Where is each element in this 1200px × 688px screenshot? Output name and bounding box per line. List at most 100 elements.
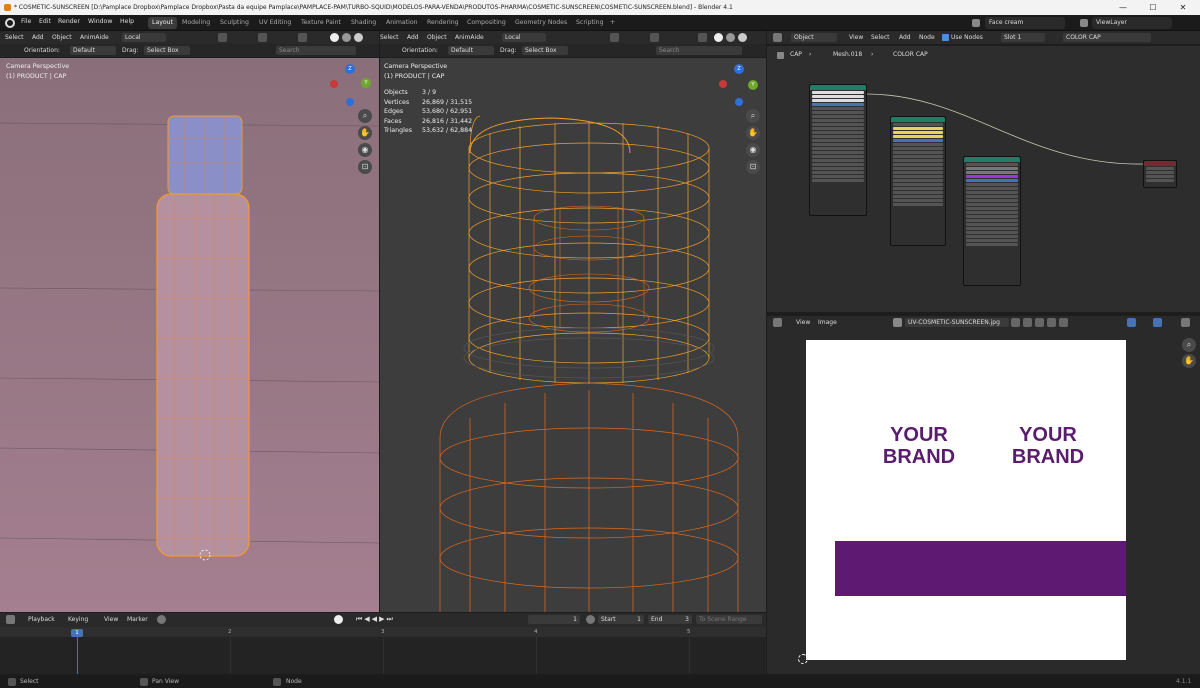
- menu-file[interactable]: File: [21, 18, 31, 25]
- left-navigation-gizmo[interactable]: Z Y: [327, 64, 375, 112]
- tab-sculpting[interactable]: Sculpting: [216, 17, 253, 29]
- scene-icon[interactable]: [972, 19, 980, 27]
- mid-orientation-dropdown[interactable]: Default: [448, 46, 494, 55]
- left-select-menu[interactable]: Select: [5, 31, 24, 44]
- mid-xray-icon[interactable]: [698, 33, 707, 42]
- mid-object-menu[interactable]: Object: [427, 31, 447, 44]
- node-add-menu[interactable]: Add: [899, 31, 911, 44]
- fake-user-icon[interactable]: [1011, 318, 1020, 327]
- left-3d-viewport[interactable]: Camera Perspective (1) PRODUCT | CAP Z Y…: [0, 58, 379, 612]
- menu-render[interactable]: Render: [58, 18, 80, 25]
- minimize-button[interactable]: —: [1108, 0, 1138, 15]
- mid-3d-viewport[interactable]: Camera Perspective (1) PRODUCT | CAP Z Y…: [380, 58, 766, 612]
- left-transform-orientation[interactable]: Local: [122, 33, 166, 42]
- tab-texture-paint[interactable]: Texture Paint: [297, 17, 345, 29]
- blender-menu-icon[interactable]: [5, 18, 15, 28]
- material-output-node[interactable]: [1143, 160, 1177, 188]
- left-object-menu[interactable]: Object: [52, 31, 72, 44]
- playback-controls-icon[interactable]: ⏮◀◀▶⏭: [356, 613, 395, 626]
- tab-scripting[interactable]: Scripting: [572, 17, 608, 29]
- left-gizmo-y[interactable]: Y: [361, 78, 371, 88]
- mid-gizmo-x[interactable]: [719, 80, 727, 88]
- menu-edit[interactable]: Edit: [39, 18, 51, 25]
- open-image-icon[interactable]: [1035, 318, 1044, 327]
- scene-selector[interactable]: Face cream: [985, 17, 1065, 29]
- image-zoom-icon[interactable]: ⌕: [1182, 338, 1196, 352]
- overlay-toggle-icon[interactable]: [1153, 318, 1162, 327]
- menu-window[interactable]: Window: [88, 18, 112, 25]
- mid-camera-view-icon[interactable]: ◉: [746, 143, 760, 157]
- timeline-view-menu[interactable]: View: [104, 613, 118, 626]
- new-image-icon[interactable]: [1023, 318, 1032, 327]
- left-shading-material-icon[interactable]: [342, 33, 351, 42]
- image-pan-hand-icon[interactable]: ✋: [1182, 354, 1196, 368]
- left-gizmo-x[interactable]: [330, 80, 338, 88]
- maximize-button[interactable]: ☐: [1138, 0, 1168, 15]
- left-add-menu[interactable]: Add: [32, 31, 44, 44]
- shader-node-purple[interactable]: [963, 156, 1021, 286]
- use-nodes-checkbox[interactable]: [942, 34, 949, 41]
- mid-shading-solid-icon[interactable]: [714, 33, 723, 42]
- image-browse-icon[interactable]: [893, 318, 902, 327]
- mid-navigation-gizmo[interactable]: Z Y: [716, 64, 764, 112]
- shader-type-dropdown[interactable]: Object: [791, 33, 837, 42]
- left-shading-rendered-icon[interactable]: [354, 33, 363, 42]
- unlink-image-icon[interactable]: [1047, 318, 1056, 327]
- marker-menu[interactable]: Marker: [127, 613, 148, 626]
- timeline-area[interactable]: Playback Keying View Marker ⏮◀◀▶⏭ 1 Star…: [0, 613, 766, 674]
- gizmo-toggle-icon[interactable]: [1127, 318, 1136, 327]
- left-zoom-icon[interactable]: ⌕: [358, 109, 372, 123]
- tab-compositing[interactable]: Compositing: [463, 17, 510, 29]
- left-orientation-dropdown[interactable]: Default: [70, 46, 116, 55]
- left-lock-icon[interactable]: ⊡: [358, 160, 372, 174]
- tab-modeling[interactable]: Modeling: [178, 17, 214, 29]
- node-node-menu[interactable]: Node: [919, 31, 935, 44]
- to-scene-range-button[interactable]: To Scene Range: [696, 615, 762, 624]
- mid-drag-dropdown[interactable]: Select Box: [522, 46, 568, 55]
- left-animaide-menu[interactable]: AnimAide: [80, 31, 109, 44]
- tab-shading[interactable]: Shading: [347, 17, 380, 29]
- mid-animaide-menu[interactable]: AnimAide: [455, 31, 484, 44]
- mid-add-menu[interactable]: Add: [407, 31, 419, 44]
- left-shading-solid-icon[interactable]: [330, 33, 339, 42]
- pin-icon[interactable]: [1059, 318, 1068, 327]
- timeline-track[interactable]: 1 2 3 4 5: [0, 627, 766, 674]
- mid-shading-rendered-icon[interactable]: [738, 33, 747, 42]
- image-name-field[interactable]: UV-COSMETIC-SUNSCREEN.jpg: [905, 318, 1009, 327]
- left-camera-view-icon[interactable]: ◉: [358, 143, 372, 157]
- tab-animation[interactable]: Animation: [382, 17, 422, 29]
- left-pivot-icon[interactable]: [218, 33, 227, 42]
- material-selector[interactable]: COLOR CAP: [1063, 33, 1151, 42]
- mid-search-input[interactable]: Search: [656, 46, 742, 55]
- view-layer-selector[interactable]: ViewLayer: [1092, 17, 1172, 29]
- menu-help[interactable]: Help: [120, 18, 134, 25]
- mid-pan-hand-icon[interactable]: ✋: [746, 126, 760, 140]
- left-drag-dropdown[interactable]: Select Box: [144, 46, 190, 55]
- tab-rendering[interactable]: Rendering: [423, 17, 463, 29]
- add-workspace-button[interactable]: +: [606, 17, 619, 29]
- timeline-editor-type-icon[interactable]: [6, 615, 15, 624]
- tab-layout[interactable]: Layout: [148, 17, 178, 29]
- mid-select-menu[interactable]: Select: [380, 31, 399, 44]
- editor-type-icon[interactable]: [773, 33, 782, 42]
- tab-geometry-nodes[interactable]: Geometry Nodes: [511, 17, 571, 29]
- playback-menu[interactable]: Playback: [28, 613, 55, 626]
- preview-range-icon[interactable]: [586, 615, 595, 624]
- node-view-menu[interactable]: View: [849, 31, 863, 44]
- display-channels-icon[interactable]: [1181, 318, 1190, 327]
- mid-gizmo-z[interactable]: Z: [734, 64, 744, 74]
- left-pan-hand-icon[interactable]: ✋: [358, 126, 372, 140]
- mid-gizmo-y[interactable]: Y: [748, 80, 758, 90]
- playhead-frame[interactable]: 1: [71, 629, 83, 637]
- tab-uv-editing[interactable]: UV Editing: [255, 17, 295, 29]
- mid-pivot-icon[interactable]: [610, 33, 619, 42]
- left-gizmo-neg-z[interactable]: [346, 98, 354, 106]
- mid-snap-icon[interactable]: [650, 33, 659, 42]
- left-search-input[interactable]: Search: [276, 46, 356, 55]
- start-frame-field[interactable]: Start 1: [598, 615, 644, 624]
- end-frame-field[interactable]: End 3: [648, 615, 692, 624]
- mid-shading-material-icon[interactable]: [726, 33, 735, 42]
- close-button[interactable]: ✕: [1168, 0, 1198, 15]
- keying-menu[interactable]: Keying: [68, 613, 88, 626]
- record-icon[interactable]: [334, 615, 343, 624]
